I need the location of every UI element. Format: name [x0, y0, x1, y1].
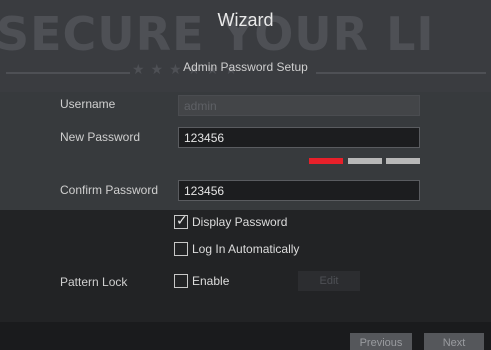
password-strength-bar-3	[386, 158, 420, 164]
confirm-password-input[interactable]: 123456	[178, 180, 420, 201]
new-password-input[interactable]: 123456	[178, 127, 420, 148]
wizard-subtitle: Admin Password Setup	[183, 60, 308, 74]
new-password-label: New Password	[60, 130, 141, 144]
enable-pattern-checkbox[interactable]: Enable	[174, 273, 229, 289]
wizard-footer	[0, 322, 491, 350]
log-in-auto-label: Log In Automatically	[192, 242, 300, 256]
previous-button[interactable]: Previous	[350, 333, 412, 350]
enable-pattern-label: Enable	[192, 274, 230, 288]
pattern-lock-label: Pattern Lock	[60, 275, 128, 289]
wizard-dialog: SECURE YOUR LI ★★★★★★ Wizard Admin Passw…	[0, 0, 491, 350]
wizard-title: Wizard	[217, 10, 274, 30]
edit-pattern-button: Edit	[298, 271, 360, 291]
next-button[interactable]: Next	[424, 333, 484, 350]
log-in-auto-checkbox[interactable]: Log In Automatically	[174, 241, 299, 257]
username-label: Username	[60, 97, 116, 111]
display-password-checkbox[interactable]: ✓ Display Password	[174, 213, 288, 230]
password-strength-bar-2	[348, 158, 382, 164]
display-password-box[interactable]: ✓	[174, 213, 188, 229]
username-field: admin	[178, 95, 420, 116]
confirm-password-label: Confirm Password	[60, 183, 159, 197]
checkmark-icon: ✓	[176, 213, 188, 229]
password-strength-bar-1	[309, 158, 343, 164]
enable-pattern-box[interactable]	[174, 274, 188, 288]
log-in-auto-box[interactable]	[174, 242, 188, 256]
wizard-banner: SECURE YOUR LI ★★★★★★ Wizard Admin Passw…	[0, 0, 491, 92]
display-password-label: Display Password	[192, 215, 288, 229]
